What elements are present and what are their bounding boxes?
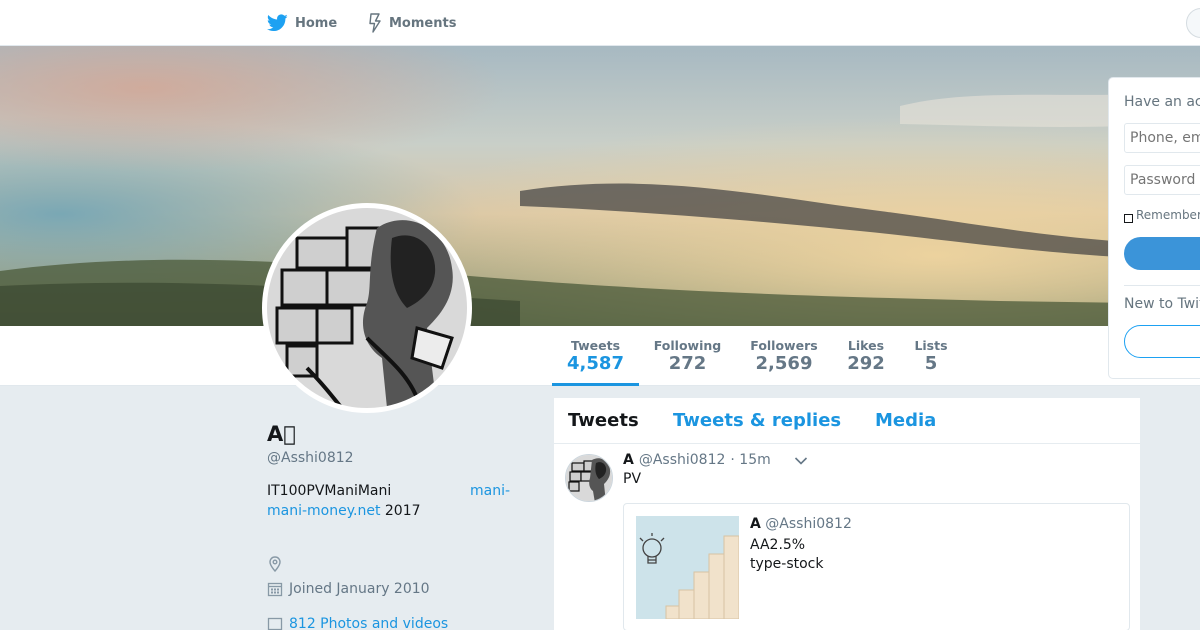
stat-following[interactable]: Following 272	[650, 326, 725, 386]
photos-count: 812 Photos and videos	[289, 616, 449, 630]
stat-label: Likes	[847, 338, 885, 353]
profile-name: A 	[267, 422, 296, 446]
stat-label: Following	[653, 338, 722, 353]
avatar-image	[267, 208, 467, 408]
profile-photos-link[interactable]: 812 Photos and videos	[267, 616, 448, 630]
stat-label: Followers	[750, 338, 818, 353]
bio-link-start[interactable]: mani-	[470, 481, 510, 501]
bio-link-end[interactable]: mani-money.net	[267, 503, 380, 519]
stairs-lightbulb-image	[636, 516, 739, 619]
stat-followers[interactable]: Followers 2,569	[746, 326, 822, 386]
stat-label: Lists	[914, 338, 948, 353]
login-divider	[1124, 285, 1200, 286]
login-title: Have an account?	[1124, 94, 1200, 110]
username-input[interactable]	[1124, 123, 1200, 153]
chevron-down-icon[interactable]	[794, 456, 808, 466]
tweet-header: A @Asshi0812 · 15m	[623, 452, 771, 468]
banner-image	[0, 46, 1200, 326]
profile-location	[267, 556, 289, 572]
remember-me-checkbox[interactable]	[1124, 213, 1133, 223]
signup-prompt: New to Twitter?	[1124, 296, 1200, 312]
tweet-avatar-image	[566, 455, 612, 501]
signup-button[interactable]	[1124, 325, 1200, 358]
nav-moments[interactable]: Moments	[368, 0, 456, 46]
stat-label: Tweets	[570, 338, 621, 353]
quoted-tweet-text-line-1: AA2.5%	[750, 537, 806, 553]
password-input[interactable]	[1124, 165, 1200, 195]
stat-lists[interactable]: Lists 5	[910, 326, 952, 386]
stat-likes[interactable]: Likes 292	[842, 326, 890, 386]
quoted-tweet[interactable]: A @Asshi0812 AA2.5% type-stock	[623, 503, 1130, 630]
calendar-icon	[267, 582, 283, 597]
quoted-tweet-header: A @Asshi0812	[750, 516, 852, 532]
timeline-tabs: Tweets Tweets & replies Media	[554, 398, 1140, 444]
quoted-tweet-text-line-2: type-stock	[750, 556, 824, 572]
tab-tweets-and-replies[interactable]: Tweets & replies	[673, 410, 841, 431]
timeline: Tweets Tweets & replies Media A @Asshi08…	[553, 397, 1141, 630]
tweet-author-handle[interactable]: @Asshi0812	[639, 452, 726, 468]
stat-value: 292	[847, 353, 885, 374]
profile-avatar[interactable]	[262, 203, 472, 413]
top-navigation-bar: Home Moments	[0, 0, 1200, 46]
nav-user-menu[interactable]	[1186, 8, 1200, 38]
tweet-text: PV	[623, 471, 642, 487]
login-button[interactable]	[1124, 237, 1200, 270]
joined-date: Joined January 2010	[289, 581, 430, 597]
tweet-avatar[interactable]	[565, 454, 613, 502]
remember-me[interactable]: Remember me	[1124, 208, 1200, 223]
profile-banner	[0, 46, 1200, 326]
nav-moments-label: Moments	[389, 15, 457, 31]
quoted-tweet-image	[636, 516, 739, 619]
stat-value: 5	[924, 353, 938, 374]
stat-tweets[interactable]: Tweets 4,587	[552, 326, 639, 386]
nav-home-label: Home	[295, 15, 338, 31]
stat-value: 4,587	[567, 353, 624, 374]
bio-year: 2017	[380, 503, 421, 519]
profile-bio: IT100PVManiMani mani- mani-money.net 201…	[267, 481, 517, 519]
photo-icon	[267, 617, 283, 630]
tab-tweets[interactable]: Tweets	[568, 410, 639, 431]
tweet-timestamp[interactable]: · 15m	[730, 452, 770, 468]
tweet[interactable]: A @Asshi0812 · 15m PV A @Asshi0812 AA2.5…	[554, 444, 1140, 630]
twitter-bird-icon	[267, 14, 288, 32]
stat-value: 2,569	[755, 353, 813, 374]
profile-handle[interactable]: @Asshi0812	[267, 450, 354, 466]
quoted-author-handle: @Asshi0812	[765, 516, 852, 532]
tab-media[interactable]: Media	[875, 410, 936, 431]
bio-line-2: mani-money.net 2017	[267, 501, 421, 521]
nav-home[interactable]: Home	[267, 0, 337, 46]
location-pin-icon	[269, 556, 281, 572]
lightning-icon	[369, 13, 381, 33]
tweet-author-name[interactable]: A	[623, 452, 634, 468]
remember-me-label: Remember me	[1136, 208, 1200, 222]
profile-joined: Joined January 2010	[267, 581, 430, 597]
login-box: Have an account? Remember me New to Twit…	[1108, 77, 1200, 379]
stat-value: 272	[668, 353, 707, 374]
quoted-author-name: A	[750, 516, 761, 532]
bio-text: IT100PVManiMani	[267, 483, 392, 499]
profile-stats-bar: Tweets 4,587 Following 272 Followers 2,5…	[0, 326, 1200, 386]
